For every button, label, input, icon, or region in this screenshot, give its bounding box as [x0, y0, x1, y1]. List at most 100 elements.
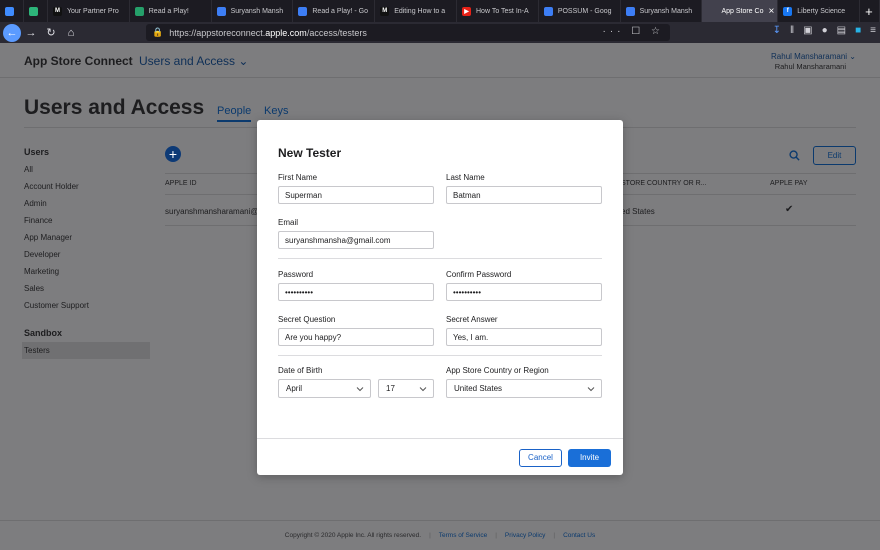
cell-apple-id: suryanshmansharamani@: [165, 207, 259, 216]
app-title[interactable]: App Store Connect: [24, 54, 133, 68]
facebook-icon: f: [783, 6, 793, 16]
country-value: United States: [454, 384, 503, 393]
country-select[interactable]: United States: [446, 379, 602, 398]
sidebar-item-developer[interactable]: Developer: [24, 246, 150, 263]
url-bar[interactable]: 🔒 https://appstoreconnect. apple.com/acce…: [146, 24, 670, 41]
column-apple-pay[interactable]: APPLE PAY: [770, 180, 807, 187]
browser-tab-title: POSSUM - Goog: [557, 7, 612, 15]
modal-footer-divider: [257, 438, 623, 439]
new-tab-icon[interactable]: +: [860, 0, 880, 22]
menu-icon[interactable]: ≡: [870, 25, 876, 36]
dob-day-value: 17: [386, 384, 395, 393]
password-input[interactable]: [278, 283, 434, 301]
lock-icon: 🔒: [152, 27, 164, 37]
cell-store-country: ed States: [621, 207, 655, 216]
browser-tab-title: Editing How to a: [394, 7, 446, 15]
image-icon: [134, 6, 144, 16]
library-icon[interactable]: ‖: [790, 25, 794, 36]
browser-tab-title: Liberty Science: [797, 7, 846, 15]
section-switcher[interactable]: Users and Access ⌄: [139, 54, 248, 68]
browser-tab[interactable]: ▶ How To Test In-A: [457, 0, 539, 22]
sidebar-item-testers[interactable]: Testers: [22, 342, 150, 359]
apple-icon: [707, 6, 717, 16]
chevron-down-icon: [419, 387, 427, 392]
reader-icon[interactable]: ▤: [837, 25, 846, 36]
last-name-input[interactable]: [446, 186, 602, 204]
edit-button[interactable]: Edit: [813, 146, 856, 165]
search-icon[interactable]: [789, 150, 800, 161]
last-name-label: Last Name: [446, 173, 485, 182]
sidebar-icon[interactable]: ▣: [803, 25, 812, 36]
user-menu[interactable]: Rahul Mansharamani ⌄: [771, 52, 856, 61]
column-apple-id[interactable]: APPLE ID: [165, 180, 197, 187]
privacy-link[interactable]: Privacy Policy: [505, 532, 545, 539]
medium-icon: M: [380, 6, 390, 16]
back-button[interactable]: ←: [3, 23, 21, 42]
chevron-down-icon: [356, 387, 364, 392]
browser-tab-title: Suryansh Mansh: [639, 7, 693, 15]
confirm-password-input[interactable]: [446, 283, 602, 301]
sidebar-item-marketing[interactable]: Marketing: [24, 263, 150, 280]
secret-question-input[interactable]: [278, 328, 434, 346]
sidebar-item-customer-support[interactable]: Customer Support: [24, 297, 150, 314]
sidebar-item-account-holder[interactable]: Account Holder: [24, 178, 150, 195]
browser-tab[interactable]: M Editing How to a: [375, 0, 457, 22]
reload-button[interactable]: ↻: [41, 26, 61, 39]
sidebar-item-all[interactable]: All: [24, 161, 150, 178]
browser-tab[interactable]: Read a Play!: [130, 0, 212, 22]
browser-tab-title: How To Test In-A: [476, 7, 529, 15]
first-name-input[interactable]: [278, 186, 434, 204]
browser-tab[interactable]: Read a Play! - Go: [293, 0, 376, 22]
browser-tab[interactable]: POSSUM - Goog: [539, 0, 621, 22]
close-icon[interactable]: ×: [768, 6, 774, 17]
page-title: Users and Access: [24, 96, 205, 119]
browser-tab-title: Read a Play!: [148, 7, 189, 15]
download-icon[interactable]: ↧: [773, 25, 781, 36]
sidebar-item-sales[interactable]: Sales: [24, 280, 150, 297]
contact-link[interactable]: Contact Us: [563, 532, 595, 539]
url-actions[interactable]: ··· ☐ ☆: [603, 26, 664, 37]
browser-tab[interactable]: M Your Partner Pro: [48, 0, 130, 22]
add-tester-button[interactable]: +: [165, 146, 181, 162]
sidebar-item-admin[interactable]: Admin: [24, 195, 150, 212]
sidebar-item-app-manager[interactable]: App Manager: [24, 229, 150, 246]
password-label: Password: [278, 270, 314, 279]
new-tester-modal: New Tester First Name Last Name Email Pa…: [257, 120, 623, 475]
forward-button[interactable]: →: [21, 27, 41, 39]
terms-link[interactable]: Terms of Service: [439, 532, 487, 539]
footer: Copyright © 2020 Apple Inc. All rights r…: [0, 520, 880, 550]
doc-icon: [543, 6, 553, 16]
tab-people[interactable]: People: [217, 105, 252, 122]
tab-keys[interactable]: Keys: [264, 105, 288, 117]
cancel-button[interactable]: Cancel: [519, 449, 562, 467]
browser-tab[interactable]: Suryansh Mansh: [212, 0, 294, 22]
browser-tab-title: Your Partner Pro: [66, 7, 119, 15]
email-label: Email: [278, 218, 299, 227]
footer-separator: |: [429, 532, 431, 539]
browser-tab-title: App Store Co: [721, 7, 764, 15]
dob-day-select[interactable]: 17: [378, 379, 434, 398]
account-icon[interactable]: ●: [822, 25, 828, 36]
secret-question-label: Secret Question: [278, 315, 336, 324]
browser-tab-bar: M Your Partner Pro Read a Play! Suryansh Ma…: [0, 0, 880, 22]
browser-tab[interactable]: [0, 0, 24, 22]
invite-button[interactable]: Invite: [568, 449, 611, 467]
browser-tab[interactable]: App Store Co ×: [702, 0, 779, 22]
shield-icon: [28, 6, 38, 16]
secret-answer-input[interactable]: [446, 328, 602, 346]
home-button[interactable]: ⌂: [61, 27, 81, 39]
sidebar-heading-sandbox: Sandbox: [24, 328, 63, 338]
country-label: App Store Country or Region: [446, 366, 549, 375]
email-input[interactable]: [278, 231, 434, 249]
dob-month-select[interactable]: April: [278, 379, 371, 398]
browser-tab[interactable]: f Liberty Science: [778, 0, 861, 22]
browser-toolbar: ← → ↻ ⌂ 🔒 https://appstoreconnect. apple.…: [0, 22, 880, 43]
column-store-country[interactable]: STORE COUNTRY OR R...: [621, 180, 707, 187]
sidebar-item-finance[interactable]: Finance: [24, 212, 150, 229]
extension-icon[interactable]: ■: [855, 25, 861, 36]
browser-tab[interactable]: [24, 0, 48, 22]
footer-separator: |: [495, 532, 497, 539]
browser-tab[interactable]: Suryansh Mansh: [621, 0, 703, 22]
sidebar: Users All Account Holder Admin Finance A…: [22, 147, 150, 359]
